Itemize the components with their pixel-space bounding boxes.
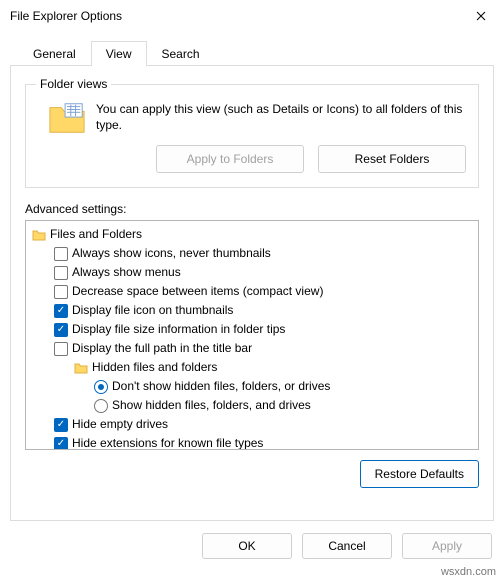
cancel-button[interactable]: Cancel [302,533,392,559]
folder-views-group: Folder views You can apply this view (su… [25,84,479,188]
titlebar: File Explorer Options [0,0,504,32]
apply-button[interactable]: Apply [402,533,492,559]
apply-to-folders-button[interactable]: Apply to Folders [156,145,304,173]
tree-item[interactable]: ✓Hide extensions for known file types [28,434,476,450]
advanced-settings-tree[interactable]: Files and Folders Always show icons, nev… [25,220,479,450]
folder-icon [74,362,88,374]
tree-item[interactable]: ✓Hide empty drives [28,415,476,434]
tree-item[interactable]: ✓Display file icon on thumbnails [28,301,476,320]
tab-panel-view: Folder views You can apply this view (su… [10,65,494,521]
checkbox-icon[interactable] [54,285,68,299]
radio-icon[interactable] [94,399,108,413]
tree-radio-item[interactable]: Show hidden files, folders, and drives [28,396,476,415]
watermark: wsxdn.com [441,566,496,578]
tree-radio-item[interactable]: Don't show hidden files, folders, or dri… [28,377,476,396]
radio-icon[interactable] [94,380,108,394]
folder-views-description: You can apply this view (such as Details… [96,101,466,133]
checkbox-icon[interactable]: ✓ [54,437,68,451]
ok-button[interactable]: OK [202,533,292,559]
advanced-settings-label: Advanced settings: [25,202,479,216]
tree-item[interactable]: Always show icons, never thumbnails [28,244,476,263]
dialog-button-row: OK Cancel Apply [0,521,504,569]
checkbox-icon[interactable]: ✓ [54,323,68,337]
checkbox-icon[interactable]: ✓ [54,304,68,318]
close-button[interactable] [458,0,504,32]
tree-item[interactable]: Decrease space between items (compact vi… [28,282,476,301]
folder-icon [32,229,46,241]
window-title: File Explorer Options [10,9,122,23]
checkbox-icon[interactable]: ✓ [54,418,68,432]
restore-defaults-button[interactable]: Restore Defaults [360,460,479,488]
reset-folders-button[interactable]: Reset Folders [318,145,466,173]
close-icon [476,11,486,21]
tree-folder-hidden: Hidden files and folders [28,358,476,377]
tree-item[interactable]: Display the full path in the title bar [28,339,476,358]
tree-item[interactable]: Always show menus [28,263,476,282]
checkbox-icon[interactable] [54,342,68,356]
tree-folder-root: Files and Folders [28,225,476,244]
tree-item[interactable]: ✓Display file size information in folder… [28,320,476,339]
folder-icon [48,101,86,135]
tab-strip: General View Search [0,32,504,65]
folder-views-legend: Folder views [36,77,111,91]
tab-view[interactable]: View [91,41,147,66]
checkbox-icon[interactable] [54,266,68,280]
tab-search[interactable]: Search [147,41,215,66]
tab-general[interactable]: General [18,41,91,66]
checkbox-icon[interactable] [54,247,68,261]
